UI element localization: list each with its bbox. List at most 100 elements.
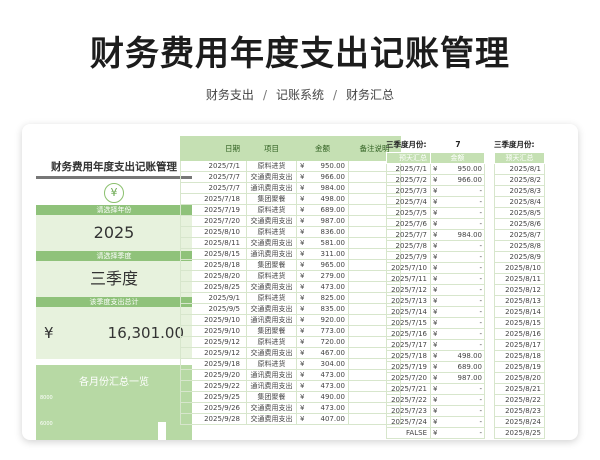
amount-cell[interactable]: ¥966.00 [296, 171, 349, 183]
season-select[interactable]: 三季度 [36, 261, 192, 297]
amount-cell[interactable]: ¥498.00 [296, 193, 349, 205]
amount-cell[interactable]: ¥689.00 [430, 361, 485, 373]
item-cell[interactable]: 集团聚餐 [246, 391, 297, 403]
amount-cell[interactable]: ¥965.00 [296, 259, 349, 271]
amount-cell[interactable]: ¥ - [430, 240, 485, 252]
amount-cell[interactable]: ¥ - [430, 185, 485, 197]
item-cell[interactable]: 原料进货 [246, 292, 297, 304]
item-cell[interactable]: 原料进货 [246, 160, 297, 172]
date-cell[interactable]: 2025/7/18 [180, 193, 247, 205]
item-cell[interactable]: 原料进货 [246, 270, 297, 282]
date-cell[interactable]: 2025/7/7 [180, 171, 247, 183]
date-cell[interactable]: 2025/9/26 [180, 402, 247, 414]
amount-cell[interactable]: ¥ - [430, 317, 485, 329]
table-row[interactable]: 2025/9/10 集团聚餐 ¥773.00 [180, 325, 401, 337]
item-cell[interactable]: 交通费用支出 [246, 413, 297, 425]
date-cell[interactable]: 2025/8/11 [180, 237, 247, 249]
table-row[interactable]: 2025/9/10 通讯费用支出 ¥920.00 [180, 314, 401, 326]
amount-cell[interactable]: ¥773.00 [296, 325, 349, 337]
table-row[interactable]: 2025/9/18 原料进货 ¥304.00 [180, 358, 401, 370]
item-cell[interactable]: 交通费用支出 [246, 215, 297, 227]
column-header-amount[interactable]: 金额 [296, 136, 349, 161]
item-cell[interactable]: 通讯费用支出 [246, 314, 297, 326]
amount-cell[interactable]: ¥987.00 [430, 372, 485, 384]
table-row[interactable]: 2025/7/7 交通费用支出 ¥966.00 [180, 171, 401, 183]
item-cell[interactable]: 交通费用支出 [246, 171, 297, 183]
item-cell[interactable]: 通讯费用支出 [246, 248, 297, 260]
item-cell[interactable]: 原料进货 [246, 226, 297, 238]
breadcrumb-item[interactable]: 财务支出 [206, 88, 254, 102]
amount-cell[interactable]: ¥467.00 [296, 347, 349, 359]
item-cell[interactable]: 交通费用支出 [246, 237, 297, 249]
item-cell[interactable]: 集团聚餐 [246, 259, 297, 271]
table-row[interactable]: 2025/8/11 交通费用支出 ¥581.00 [180, 237, 401, 249]
amount-cell[interactable]: ¥473.00 [296, 281, 349, 293]
item-cell[interactable]: 集团聚餐 [246, 325, 297, 337]
table-row[interactable]: 2025/9/25 集团聚餐 ¥490.00 [180, 391, 401, 403]
item-cell[interactable]: 通讯费用支出 [246, 369, 297, 381]
date-cell[interactable]: 2025/9/12 [180, 347, 247, 359]
amount-cell[interactable]: ¥984.00 [430, 229, 485, 241]
amount-cell[interactable]: ¥ - [430, 284, 485, 296]
date-cell[interactable]: 2025/7/1 [180, 160, 247, 172]
amount-cell[interactable]: ¥490.00 [296, 391, 349, 403]
date-cell[interactable]: 2025/7/19 [180, 204, 247, 216]
amount-cell[interactable]: ¥825.00 [296, 292, 349, 304]
year-select[interactable]: 2025 [36, 215, 192, 251]
amount-cell[interactable]: ¥311.00 [296, 248, 349, 260]
date-cell[interactable]: 2025/9/18 [180, 358, 247, 370]
date-cell[interactable]: 2025/9/1 [180, 292, 247, 304]
item-cell[interactable]: 交通费用支出 [246, 281, 297, 293]
amount-cell[interactable]: ¥920.00 [296, 314, 349, 326]
date-cell[interactable]: 2025/8/25 [180, 281, 247, 293]
amount-cell[interactable]: ¥ - [430, 207, 485, 219]
amount-cell[interactable]: ¥ - [430, 328, 485, 340]
amount-cell[interactable]: ¥ - [430, 295, 485, 307]
table-row[interactable]: 2025/9/26 交通费用支出 ¥473.00 [180, 402, 401, 414]
table-row[interactable]: 2025/8/18 集团聚餐 ¥965.00 [180, 259, 401, 271]
amount-cell[interactable]: ¥ - [430, 218, 485, 230]
quarter-month-value[interactable]: 7 [438, 138, 478, 152]
item-cell[interactable]: 原料进货 [246, 204, 297, 216]
item-cell[interactable]: 原料进货 [246, 336, 297, 348]
amount-cell[interactable]: ¥987.00 [296, 215, 349, 227]
amount-cell[interactable]: ¥ - [430, 306, 485, 318]
table-row[interactable]: 2025/8/25 交通费用支出 ¥473.00 [180, 281, 401, 293]
date-cell[interactable]: 2025/8/15 [180, 248, 247, 260]
amount-cell[interactable]: ¥835.00 [296, 303, 349, 315]
breadcrumb-item[interactable]: 记账系统 [276, 88, 324, 102]
item-cell[interactable]: 原料进货 [246, 358, 297, 370]
amount-cell[interactable]: ¥498.00 [430, 350, 485, 362]
date-cell[interactable]: 2025/9/12 [180, 336, 247, 348]
date-cell[interactable]: 2025/9/5 [180, 303, 247, 315]
date-cell[interactable]: 2025/8/10 [180, 226, 247, 238]
table-row[interactable]: 2025/8/15 通讯费用支出 ¥311.00 [180, 248, 401, 260]
date-cell[interactable]: 2025/7/7 [180, 182, 247, 194]
amount-cell[interactable]: ¥ - [430, 196, 485, 208]
amount-cell[interactable]: ¥950.00 [430, 163, 485, 175]
table-row[interactable]: 2025/7/20 交通费用支出 ¥987.00 [180, 215, 401, 227]
table-row[interactable]: 2025/7/1 原料进货 ¥950.00 [180, 160, 401, 172]
amount-cell[interactable]: ¥407.00 [296, 413, 349, 425]
date-cell[interactable]: 2025/9/25 [180, 391, 247, 403]
column-header-date[interactable]: 日期 [180, 136, 247, 161]
amount-cell[interactable]: ¥ - [430, 339, 485, 351]
amount-cell[interactable]: ¥473.00 [296, 369, 349, 381]
table-row[interactable]: 2025/9/28 交通费用支出 ¥407.00 [180, 413, 401, 425]
amount-cell[interactable]: ¥ - [430, 383, 485, 395]
table-row[interactable]: 2025/7/18 集团聚餐 ¥498.00 [180, 193, 401, 205]
amount-cell[interactable]: ¥ - [430, 427, 485, 439]
amount-cell[interactable]: ¥ - [430, 273, 485, 285]
table-row[interactable]: 2025/9/22 通讯费用支出 ¥473.00 [180, 380, 401, 392]
item-cell[interactable]: 集团聚餐 [246, 193, 297, 205]
amount-cell[interactable]: ¥473.00 [296, 402, 349, 414]
amount-cell[interactable]: ¥473.00 [296, 380, 349, 392]
date-cell[interactable]: 2025/9/20 [180, 369, 247, 381]
item-cell[interactable]: 通讯费用支出 [246, 380, 297, 392]
amount-cell[interactable]: ¥ - [430, 262, 485, 274]
table-row[interactable]: 2025/7/19 原料进货 ¥689.00 [180, 204, 401, 216]
date-cell[interactable]: 2025/9/10 [180, 314, 247, 326]
amount-cell[interactable]: ¥ - [430, 405, 485, 417]
date-cell[interactable]: 2025/9/22 [180, 380, 247, 392]
column-header-item[interactable]: 项目 [246, 136, 297, 161]
